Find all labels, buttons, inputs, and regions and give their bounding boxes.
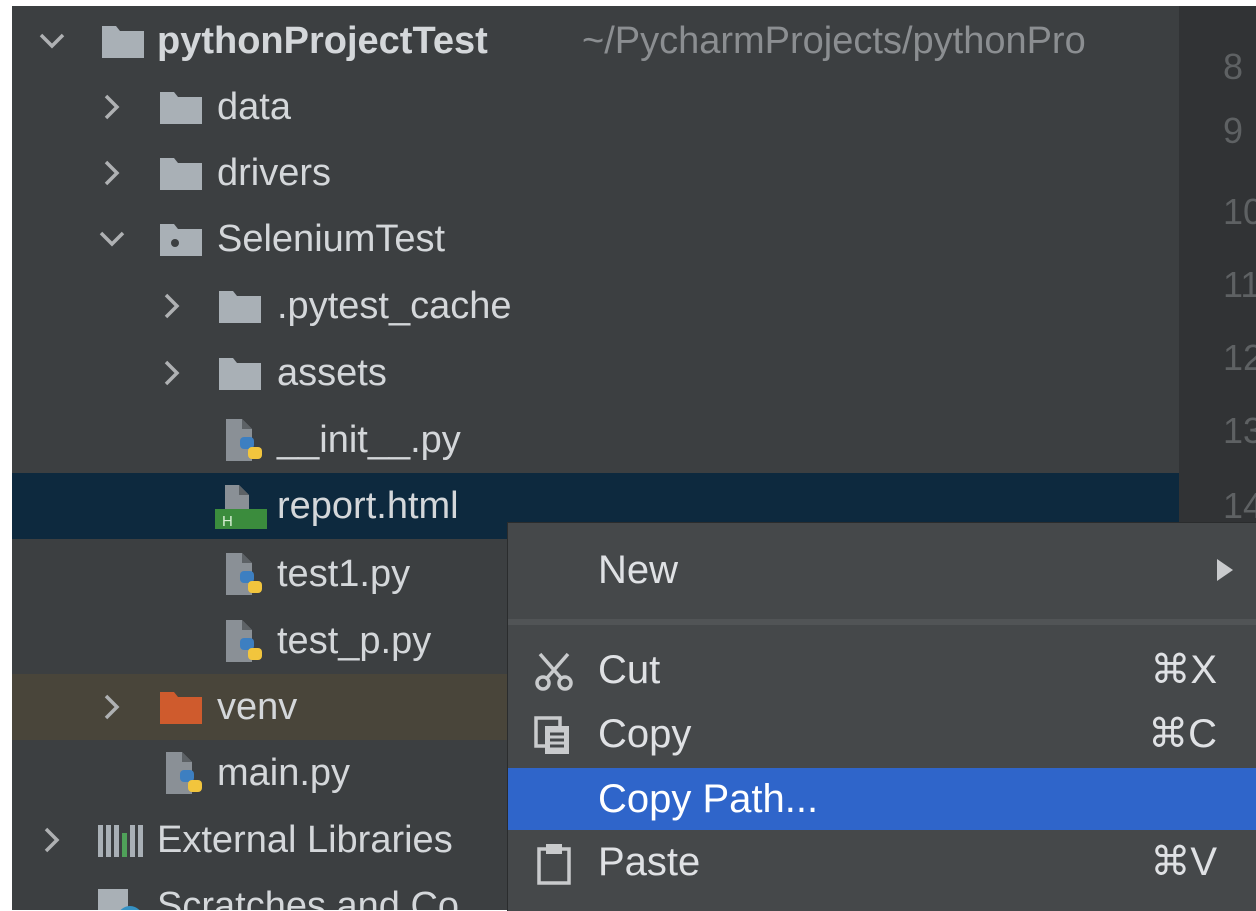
menu-item-new[interactable]: New (508, 539, 1256, 601)
folder-icon (217, 354, 263, 397)
chevron-down-icon[interactable] (92, 219, 132, 259)
menu-item-label: Cut (598, 648, 661, 692)
tree-item-label: External Libraries (157, 819, 453, 861)
project-root-name: pythonProjectTest (157, 20, 488, 62)
scratches-icon (96, 887, 148, 910)
tree-item-label: assets (277, 352, 387, 394)
python-file-icon (222, 417, 268, 470)
project-root-path: ~/PycharmProjects/pythonPro (582, 20, 1086, 62)
package-folder-icon (158, 220, 204, 263)
chevron-down-icon[interactable] (32, 21, 72, 61)
excluded-folder-icon (158, 688, 204, 731)
copy-icon (532, 714, 576, 758)
line-number: 12 (1223, 337, 1256, 378)
tree-item-label: data (217, 86, 291, 128)
tree-row-drivers[interactable]: drivers (12, 140, 1167, 206)
line-number: 10 (1223, 191, 1256, 232)
tree-item-label: venv (217, 686, 298, 728)
menu-item-shortcut: ⌘C (1148, 712, 1217, 756)
folder-icon (217, 287, 263, 330)
menu-item-shortcut: ⌘X (1150, 648, 1217, 692)
python-file-icon (222, 618, 268, 671)
tree-item-label: Scratches and Co (157, 885, 460, 910)
tree-item-label: test_p.py (277, 620, 432, 662)
scissors-icon (532, 650, 576, 694)
html-file-icon: H (215, 481, 267, 538)
chevron-right-icon[interactable] (92, 687, 132, 727)
tree-item-label: __init__.py (277, 419, 461, 461)
tree-row-pytest-cache[interactable]: .pytest_cache (12, 273, 1167, 339)
menu-item-copy[interactable]: Copy ⌘C (508, 703, 1256, 765)
tree-row-assets[interactable]: assets (12, 340, 1167, 406)
chevron-right-icon[interactable] (32, 820, 72, 860)
tree-item-label: drivers (217, 152, 332, 194)
line-number: 11 (1223, 264, 1256, 305)
folder-icon (158, 88, 204, 131)
menu-separator (508, 619, 1256, 625)
tree-row-root[interactable]: pythonProjectTest ~/PycharmProjects/pyth… (12, 8, 1167, 74)
tree-item-label: report.html (277, 485, 459, 527)
context-menu: New Cut ⌘X Copy ⌘C Copy Path... Paste ⌘V (507, 522, 1256, 911)
tree-item-label: test1.py (277, 553, 411, 595)
python-file-icon (222, 551, 268, 604)
folder-icon (158, 154, 204, 197)
line-number: 14 (1223, 485, 1256, 526)
menu-item-paste[interactable]: Paste ⌘V (508, 831, 1256, 893)
chevron-right-icon[interactable] (92, 153, 132, 193)
menu-item-label: Copy Path... (598, 777, 819, 821)
menu-item-cut[interactable]: Cut ⌘X (508, 639, 1256, 701)
tree-row-data[interactable]: data (12, 74, 1167, 140)
tree-item-label: .pytest_cache (277, 285, 512, 327)
menu-item-copy-path[interactable]: Copy Path... (508, 768, 1256, 830)
menu-item-label: Copy (598, 712, 692, 756)
library-icon (96, 821, 148, 864)
folder-icon (100, 22, 146, 65)
menu-item-label: Paste (598, 840, 701, 884)
line-number: 13 (1223, 410, 1256, 451)
tree-item-label: SeleniumTest (217, 218, 446, 260)
menu-item-label: New (598, 548, 679, 592)
chevron-right-icon[interactable] (92, 87, 132, 127)
line-number: 8 (1223, 46, 1244, 87)
chevron-right-icon[interactable] (152, 286, 192, 326)
menu-item-shortcut: ⌘V (1150, 840, 1217, 884)
chevron-right-icon[interactable] (152, 353, 192, 393)
tree-row-init-py[interactable]: __init__.py (12, 407, 1167, 473)
tree-item-label: main.py (217, 752, 351, 794)
tree-row-seleniumtest[interactable]: SeleniumTest (12, 206, 1167, 272)
clipboard-icon (532, 842, 576, 886)
python-file-icon (162, 750, 208, 803)
svg-text:H: H (222, 513, 233, 530)
submenu-arrow-icon (1215, 557, 1235, 588)
line-number: 9 (1223, 110, 1244, 151)
